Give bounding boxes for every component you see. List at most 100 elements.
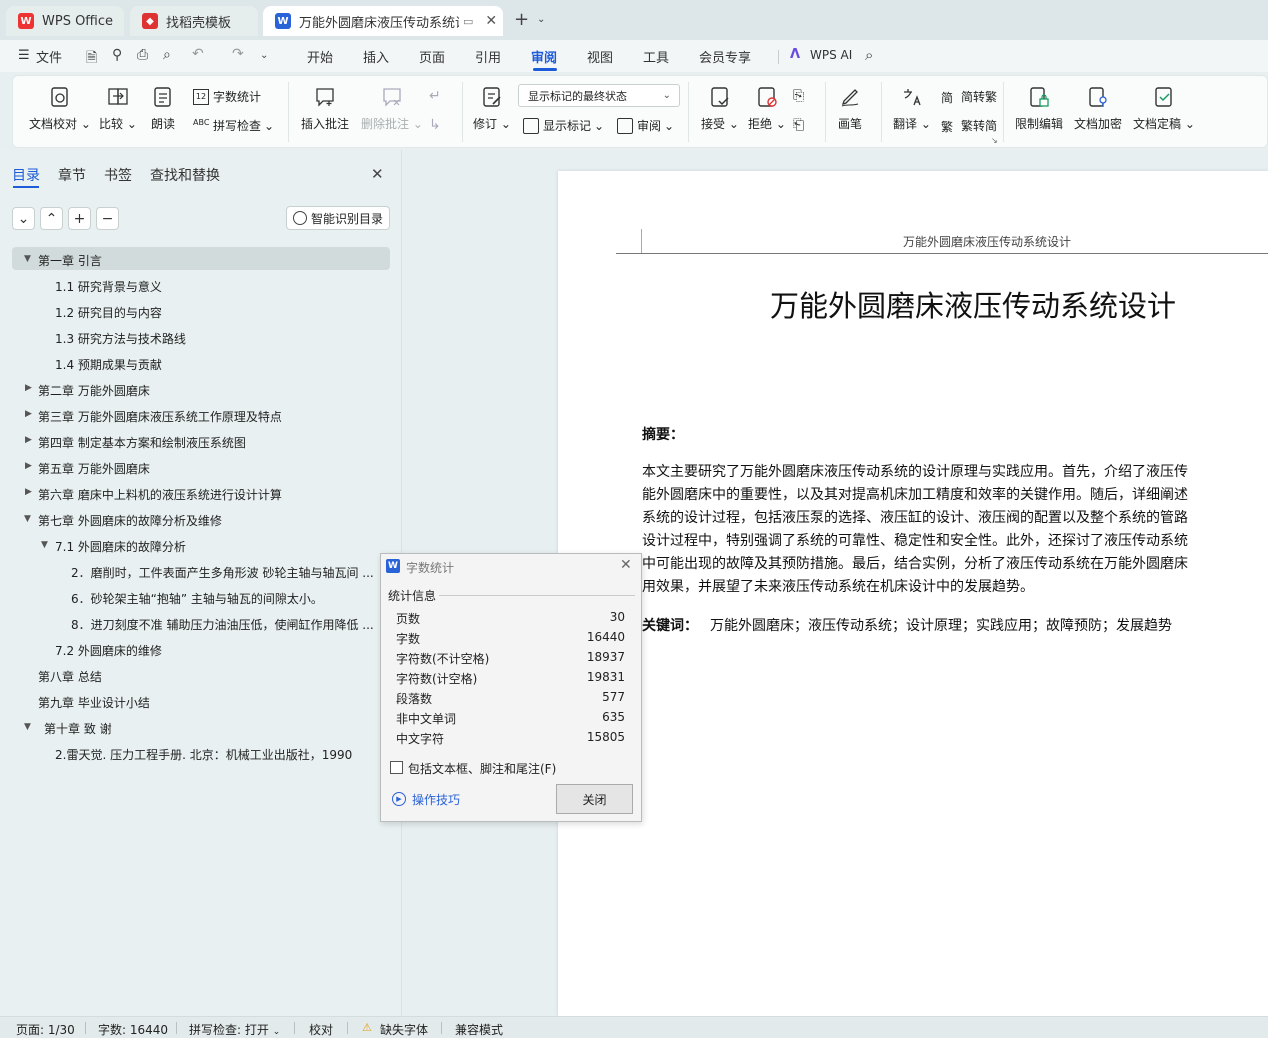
tab-document[interactable]: W 万能外圆磨床液压传动系统设计 ▭ ✕ <box>263 6 503 36</box>
track-changes-button[interactable]: 修订 ⌄ <box>473 86 511 132</box>
print-preview-icon[interactable]: ⌕ <box>163 47 171 63</box>
stat-value: 635 <box>602 710 625 724</box>
toc-item[interactable]: 8．进刀刻度不准 辅助压力油油压低，使闸缸作用降低 ... <box>71 616 375 633</box>
menu-file[interactable]: 文件 <box>36 47 62 66</box>
nav-tab-bookmarks[interactable]: 书签 <box>104 165 132 185</box>
add-heading-button[interactable]: + <box>68 207 91 230</box>
status-missing-font[interactable]: 缺失字体 <box>380 1021 428 1038</box>
menu-bar: ☰ 文件 🗎 ⚲ ⎙ ⌕ ↶ ↷ ⌄ 开始 插入 页面 引用 审阅 视图 工具 … <box>0 40 1268 72</box>
toc-item[interactable]: ▼ 7.1 外圆磨床的故障分析 <box>41 538 186 555</box>
toc-item[interactable]: 1.2 研究目的与内容 <box>55 304 162 321</box>
chevron-down-icon[interactable]: ⌄ <box>537 14 545 25</box>
status-page[interactable]: 页面: 1/30 <box>16 1021 75 1038</box>
toc-item[interactable]: ▶ 第六章 磨床中上料机的液压系统进行设计计算 <box>25 486 282 503</box>
menu-review[interactable]: 审阅 <box>531 47 557 66</box>
include-textbox-checkbox[interactable] <box>390 761 403 774</box>
toc-item[interactable]: ▶ 第四章 制定基本方案和绘制液压系统图 <box>25 434 246 451</box>
smart-toc-icon <box>293 211 307 225</box>
menu-wps-ai[interactable]: WPS AI <box>810 48 852 62</box>
menu-view[interactable]: 视图 <box>587 47 613 66</box>
pen-button[interactable]: 画笔 <box>838 86 862 132</box>
search-icon[interactable]: ⌕ <box>865 46 873 64</box>
tips-link[interactable]: 操作技巧 <box>412 791 460 808</box>
doc-check-button[interactable]: 文档校对 ⌄ <box>29 86 91 132</box>
nav-tab-toc[interactable]: 目录 <box>12 165 40 185</box>
read-aloud-button[interactable]: 朗读 <box>151 86 175 132</box>
next-change-icon[interactable]: ⎗ <box>793 117 804 133</box>
more-icon[interactable]: ⌄ <box>260 50 268 61</box>
finalize-button[interactable]: 文档定稿 ⌄ <box>1133 86 1195 132</box>
toc-item[interactable]: ▶ 第三章 万能外圆磨床液压系统工作原理及特点 <box>25 408 282 425</box>
menu-reference[interactable]: 引用 <box>475 47 501 66</box>
menu-member[interactable]: 会员专享 <box>699 47 751 66</box>
translate-button[interactable]: 翻译 ⌄ <box>893 86 931 132</box>
document-page[interactable]: 万能外圆磨床液压传动系统设计 万能外圆磨床液压传动系统设计 摘要： 本文主要研究… <box>558 171 1268 1016</box>
hamburger-icon[interactable]: ☰ <box>18 48 30 63</box>
nav-tab-find-replace[interactable]: 查找和替换 <box>150 165 220 185</box>
toc-item[interactable]: 1.3 研究方法与技术路线 <box>55 330 186 347</box>
next-comment-icon[interactable]: ↳ <box>429 117 441 133</box>
toc-item[interactable]: 1.1 研究背景与意义 <box>55 278 162 295</box>
remove-heading-button[interactable]: − <box>96 207 119 230</box>
to-traditional-button[interactable]: 简 简转繁 <box>941 88 997 105</box>
toc-item[interactable]: ▼ 第七章 外圆磨床的故障分析及维修 <box>24 512 222 529</box>
close-tab-icon[interactable]: ✕ <box>485 13 497 29</box>
prev-change-icon[interactable]: ⎘ <box>793 88 804 104</box>
menu-tools[interactable]: 工具 <box>643 47 669 66</box>
review-pane-button[interactable]: 审阅 ⌄ <box>617 117 674 134</box>
menu-page[interactable]: 页面 <box>419 47 445 66</box>
reject-icon <box>758 87 777 107</box>
menu-insert[interactable]: 插入 <box>363 47 389 66</box>
close-pane-icon[interactable]: ✕ <box>371 165 384 183</box>
toc-item[interactable]: 2.雷天觉. 压力工程手册. 北京：机械工业出版社，1990 <box>55 746 352 763</box>
wps-ai-icon[interactable]: Ʌ <box>790 47 800 62</box>
to-simplified-button[interactable]: 繁 繁转简 <box>941 117 997 134</box>
toc-item[interactable]: 6．砂轮架主轴“抱轴” 主轴与轴瓦的间隙太小。 <box>71 590 323 607</box>
collapse-up-button[interactable]: ⌃ <box>40 207 63 230</box>
insert-comment-button[interactable]: 插入批注 <box>301 86 349 132</box>
abstract-line: 中可能出现的故障及其预防措施。最后，结合实例，分析了液压传动系统在万能外圆磨床 <box>642 556 1188 572</box>
new-tab-icon[interactable]: + <box>514 9 529 30</box>
dialog-launcher-icon[interactable]: ↘ <box>991 136 998 145</box>
review-ribbon: 文档校对 ⌄ 比较 ⌄ 朗读 12 字数统计 ABC 拼写检查 ⌄ 插入批注 删除… <box>12 75 1268 148</box>
expand-down-button[interactable]: ⌄ <box>12 207 35 230</box>
prev-comment-icon[interactable]: ↵ <box>429 88 441 104</box>
save-icon[interactable]: 🗎 <box>86 47 97 71</box>
nav-tab-sections[interactable]: 章节 <box>58 165 86 185</box>
word-count-button[interactable]: 12 字数统计 <box>193 88 261 105</box>
smart-toc-button[interactable]: 智能识别目录 <box>286 206 390 230</box>
divider <box>288 82 289 142</box>
tab-wps-office[interactable]: W WPS Office <box>6 6 124 36</box>
undo-icon[interactable]: ↶ <box>192 46 204 62</box>
status-spell-check[interactable]: 拼写检查: 打开 ⌄ <box>189 1021 280 1038</box>
encrypt-button[interactable]: 文档加密 <box>1074 86 1122 132</box>
restrict-edit-button[interactable]: 限制编辑 <box>1015 86 1063 132</box>
toc-item[interactable]: ▶ 第五章 万能外圆磨床 <box>25 460 150 477</box>
toc-item[interactable]: 1.4 预期成果与贡献 <box>55 356 162 373</box>
include-textbox-label[interactable]: 包括文本框、脚注和尾注(F) <box>408 760 556 777</box>
markup-state-select[interactable]: 显示标记的最终状态 ⌄ <box>518 84 680 107</box>
print-icon[interactable]: ⎙ <box>137 47 148 63</box>
status-word-count[interactable]: 字数: 16440 <box>98 1021 168 1038</box>
show-markup-button[interactable]: 显示标记 ⌄ <box>523 117 604 134</box>
menu-home[interactable]: 开始 <box>307 47 333 66</box>
close-icon[interactable]: ✕ <box>620 557 632 573</box>
toc-item[interactable]: 第九章 毕业设计小结 <box>38 694 150 711</box>
reject-button[interactable]: 拒绝 ⌄ <box>748 86 786 132</box>
redo-icon[interactable]: ↷ <box>232 46 244 62</box>
compare-button[interactable]: 比较 ⌄ <box>99 86 137 132</box>
toc-item[interactable]: ▶ 第二章 万能外圆磨床 <box>25 382 150 399</box>
share-icon[interactable]: ⚲ <box>112 47 122 63</box>
toc-item[interactable]: ▼ 第一章 引言 <box>24 252 102 269</box>
toc-item[interactable]: 7.2 外圆磨床的维修 <box>55 642 162 659</box>
toc-item[interactable]: ▼ 第十章 致 谢 <box>24 720 112 737</box>
close-button[interactable]: 关闭 <box>556 784 633 814</box>
status-proofread[interactable]: 校对 <box>309 1021 333 1038</box>
tab-template[interactable]: ◆ 找稻壳模板 <box>130 6 258 36</box>
delete-comment-button[interactable]: 删除批注 ⌄ <box>361 86 423 132</box>
accept-button[interactable]: 接受 ⌄ <box>701 86 739 132</box>
toc-item[interactable]: 第八章 总结 <box>38 668 102 685</box>
toc-item[interactable]: 2．磨削时，工件表面产生多角形波 砂轮主轴与轴瓦间 ... <box>71 564 375 581</box>
spell-check-button[interactable]: ABC 拼写检查 ⌄ <box>193 117 274 134</box>
title-tab-bar: W WPS Office ◆ 找稻壳模板 W 万能外圆磨床液压传动系统设计 ▭ … <box>0 0 1268 40</box>
